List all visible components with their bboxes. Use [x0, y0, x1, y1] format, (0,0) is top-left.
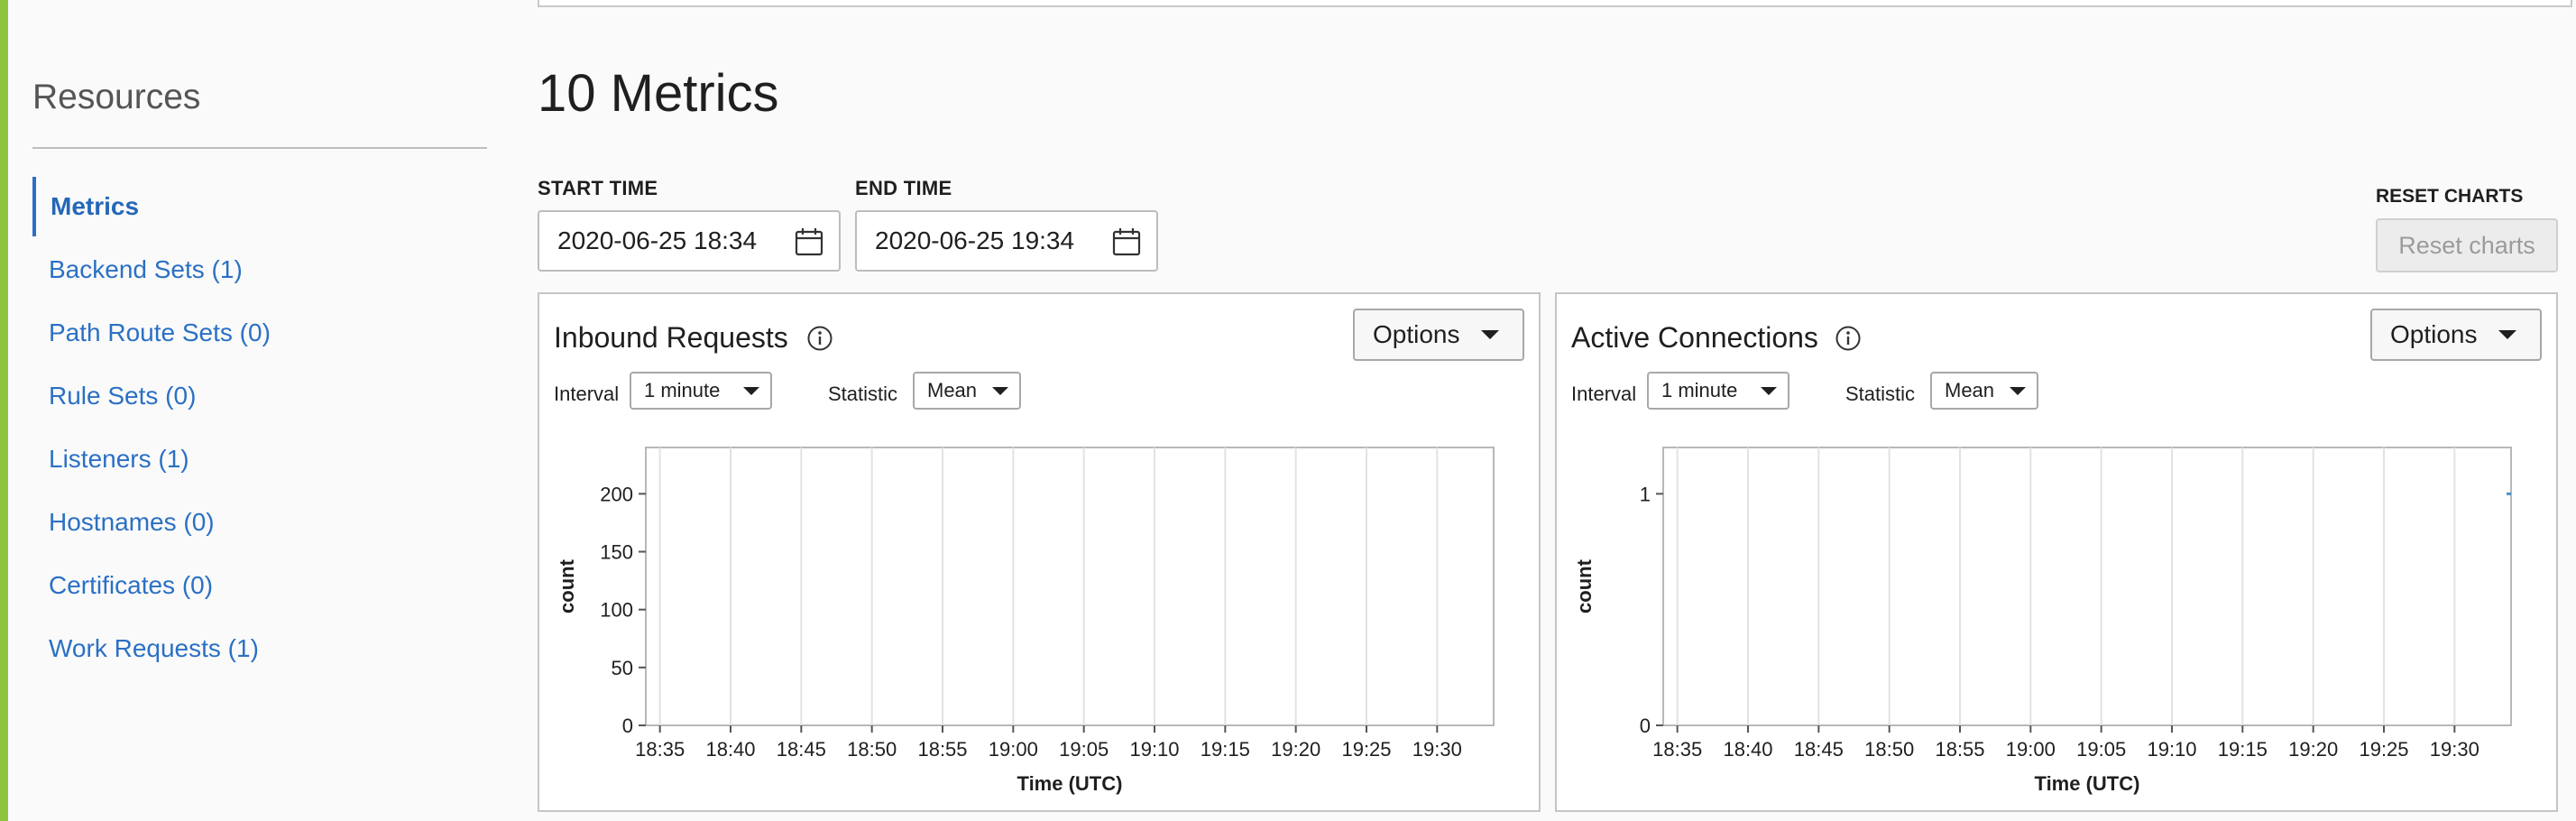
x-tick-label: 19:30 [2430, 738, 2479, 761]
reset-charts-button[interactable]: Reset charts [2376, 218, 2558, 272]
calendar-icon[interactable] [794, 226, 824, 257]
reset-charts-label: RESET CHARTS [2376, 186, 2524, 207]
sidebar-item-listeners[interactable]: Listeners (1) [32, 429, 271, 493]
active-connections-chart[interactable]: 18:35 18:40 18:45 18:50 18:55 19:00 19:05 19:10… [1557, 294, 2556, 810]
x-tick-label: 18:55 [1935, 738, 1984, 761]
sidebar-item-path-route-sets[interactable]: Path Route Sets (0) [32, 303, 271, 366]
resources-title: Resources [32, 78, 201, 116]
y-axis-label: count [1573, 558, 1596, 613]
sidebar-item-work-requests[interactable]: Work Requests (1) [32, 619, 271, 682]
x-tick-label: 19:20 [1271, 738, 1320, 761]
x-tick-label: 18:50 [847, 738, 897, 761]
y-tick-label: 0 [622, 715, 633, 737]
end-time-input[interactable]: 2020-06-25 19:34 [855, 210, 1158, 272]
divider [32, 147, 487, 149]
x-tick-label: 18:55 [917, 738, 967, 761]
x-tick-label: 18:45 [1794, 738, 1844, 761]
end-time-value: 2020-06-25 19:34 [875, 226, 1075, 254]
calendar-icon[interactable] [1111, 226, 1142, 257]
inbound-requests-chart[interactable]: 18:35 18:40 18:45 18:50 18:55 19:00 19:05 19:10… [539, 294, 1539, 810]
resources-nav: Metrics Backend Sets (1) Path Route Sets… [32, 177, 271, 682]
y-tick-label: 150 [600, 541, 633, 564]
x-tick-label: 19:15 [2218, 738, 2268, 761]
sidebar-item-backend-sets[interactable]: Backend Sets (1) [32, 240, 271, 303]
x-tick-label: 19:25 [1341, 738, 1391, 761]
chart-panel-inbound-requests: Inbound Requests Options Interval 1 minu… [538, 292, 1541, 812]
x-tick-label: 18:40 [705, 738, 755, 761]
y-axis-label: count [556, 558, 578, 613]
x-axis-label: Time (UTC) [2035, 772, 2140, 795]
x-tick-label: 19:00 [989, 738, 1038, 761]
end-time-label: END TIME [855, 177, 952, 199]
y-tick-label: 100 [600, 599, 633, 622]
x-tick-label: 18:35 [635, 738, 685, 761]
x-tick-label: 18:50 [1864, 738, 1914, 761]
y-tick-label: 1 [1640, 483, 1651, 505]
sidebar-item-hostnames[interactable]: Hostnames (0) [32, 493, 271, 556]
sidebar-item-metrics[interactable]: Metrics [32, 177, 271, 236]
chart-panel-active-connections: Active Connections Options Interval 1 mi… [1555, 292, 2558, 812]
x-tick-label: 18:45 [777, 738, 826, 761]
sidebar-item-certificates[interactable]: Certificates (0) [32, 556, 271, 619]
x-tick-label: 19:10 [1129, 738, 1179, 761]
x-tick-label: 19:25 [2359, 738, 2408, 761]
x-tick-label: 19:05 [2076, 738, 2126, 761]
y-tick-label: 0 [1640, 715, 1651, 737]
x-tick-label: 19:15 [1201, 738, 1250, 761]
x-tick-label: 19:05 [1059, 738, 1109, 761]
x-tick-label: 19:30 [1412, 738, 1462, 761]
x-axis-label: Time (UTC) [1017, 772, 1123, 795]
start-time-label: START TIME [538, 177, 658, 199]
x-tick-label: 18:40 [1723, 738, 1772, 761]
start-time-value: 2020-06-25 18:34 [557, 226, 758, 254]
x-tick-label: 19:10 [2147, 738, 2196, 761]
accent-bar [0, 0, 8, 821]
y-tick-label: 200 [600, 483, 633, 505]
start-time-input[interactable]: 2020-06-25 18:34 [538, 210, 841, 272]
x-tick-label: 19:20 [2288, 738, 2338, 761]
page-title: 10 Metrics [538, 64, 779, 123]
x-tick-label: 19:00 [2006, 738, 2056, 761]
top-card-edge [538, 0, 2572, 7]
x-tick-label: 18:35 [1652, 738, 1702, 761]
y-tick-label: 50 [612, 657, 633, 679]
sidebar-item-rule-sets[interactable]: Rule Sets (0) [32, 366, 271, 429]
